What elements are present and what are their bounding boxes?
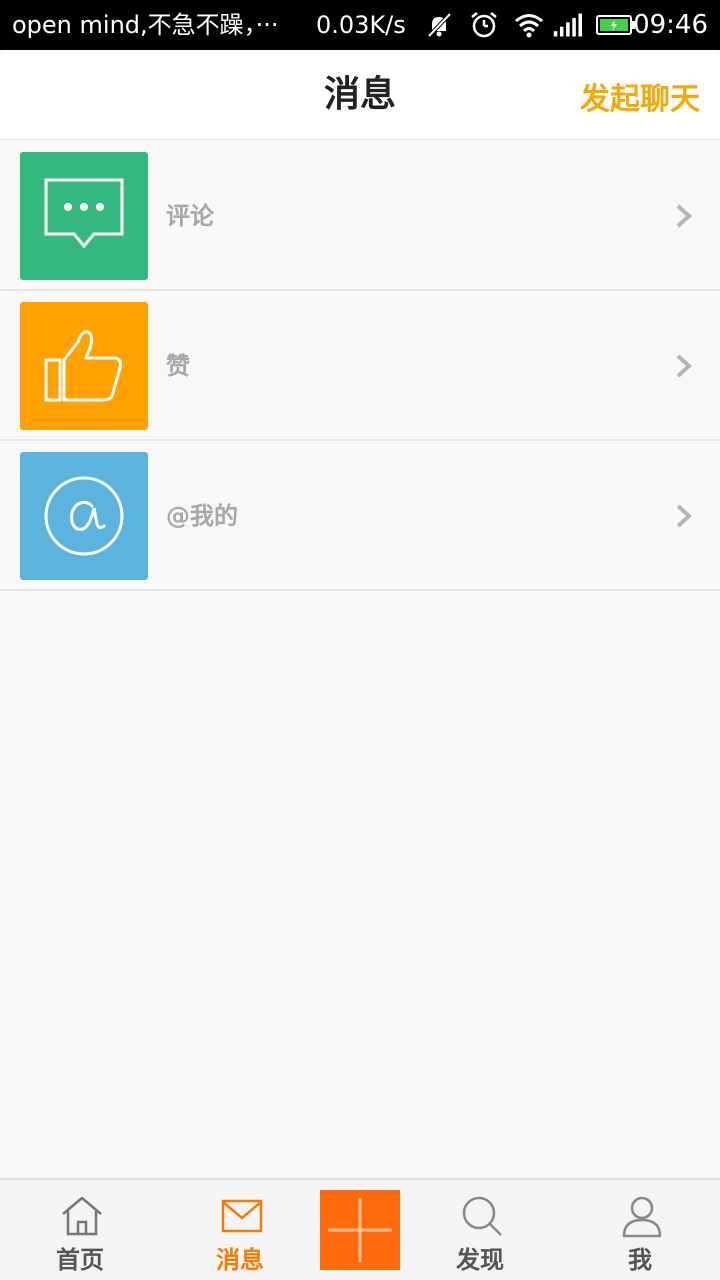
chevron-right-icon	[676, 204, 692, 228]
network-speed: 0.03K/s	[316, 11, 406, 39]
publish-button[interactable]	[320, 1190, 400, 1270]
alarm-icon	[471, 12, 497, 38]
like-tile	[20, 302, 148, 430]
battery-icon	[596, 15, 635, 35]
tab-label: 首页	[56, 1246, 104, 1274]
wifi-icon	[515, 14, 543, 38]
mute-icon	[427, 12, 452, 38]
tab-label: 我	[628, 1246, 652, 1274]
clock: 09:46	[633, 10, 708, 40]
tab-messages[interactable]: 消息	[180, 1180, 300, 1280]
mention-tile	[20, 452, 148, 580]
home-icon	[62, 1196, 102, 1236]
person-icon	[622, 1196, 662, 1238]
list-item-label: 赞	[166, 352, 190, 380]
start-chat-button[interactable]: 发起聊天	[580, 50, 700, 150]
signal-icon	[553, 13, 582, 37]
bottom-navigation: 首页 消息 发现 我	[0, 1178, 720, 1280]
message-category-list: 评论 赞 @我的	[0, 141, 720, 591]
thumbs-up-icon	[44, 330, 122, 402]
status-bar: open mind,不急不躁，··· 0.03K/s 09:46	[0, 0, 720, 50]
mail-icon	[221, 1199, 263, 1233]
list-item-mentions[interactable]: @我的	[0, 441, 720, 591]
chevron-right-icon	[676, 354, 692, 378]
tab-home[interactable]: 首页	[20, 1180, 140, 1280]
list-item-comments[interactable]: 评论	[0, 141, 720, 291]
list-item-label: @我的	[166, 502, 238, 530]
tab-me[interactable]: 我	[580, 1180, 700, 1280]
comment-tile	[20, 152, 148, 280]
tab-label: 发现	[456, 1246, 504, 1274]
tab-discover[interactable]: 发现	[420, 1180, 540, 1280]
comment-icon	[44, 178, 124, 249]
at-icon	[44, 476, 124, 556]
plus-icon	[328, 1198, 392, 1262]
tab-label: 消息	[216, 1246, 264, 1274]
list-item-likes[interactable]: 赞	[0, 291, 720, 441]
chevron-right-icon	[676, 504, 692, 528]
list-item-label: 评论	[166, 202, 214, 230]
notification-text: open mind,不急不躁，···	[12, 11, 279, 39]
search-icon	[462, 1196, 502, 1236]
header-bar: 消息 发起聊天	[0, 50, 720, 140]
